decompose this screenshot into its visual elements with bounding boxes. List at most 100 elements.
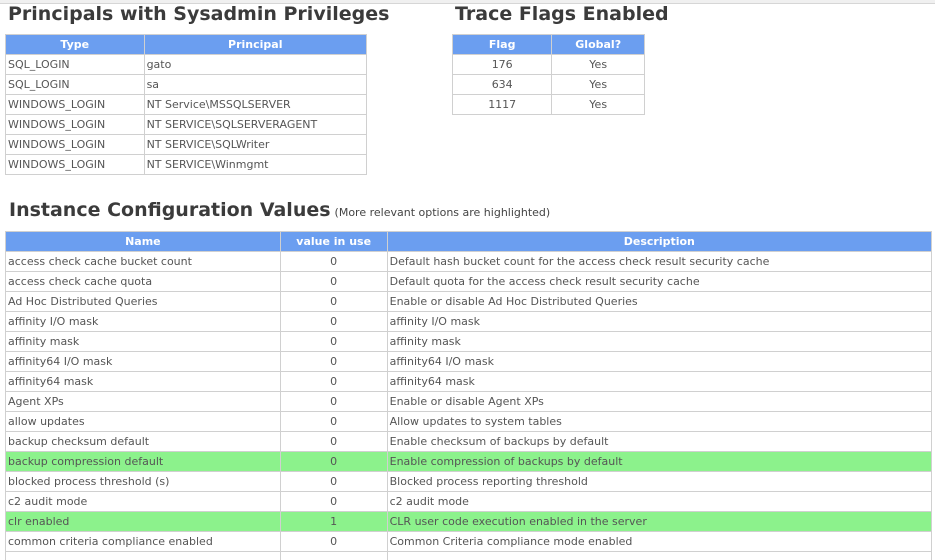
config-description-cell: Common Criteria compliance mode enabled: [386, 531, 933, 552]
principal-name-cell: gato: [143, 54, 368, 75]
config-value-cell: 0: [279, 291, 388, 312]
principals-col-principal: Principal: [143, 34, 368, 55]
config-description-cell: Enable checksum of backups by default: [386, 431, 933, 452]
config-description-cell: Allow updates to system tables: [386, 411, 933, 432]
table-row: affinity I/O mask 0 affinity I/O mask: [5, 311, 933, 332]
report-page: Principals with Sysadmin Privileges Type…: [0, 0, 935, 560]
table-row: SQL_LOGIN gato: [5, 54, 368, 75]
table-row: allow updates 0 Allow updates to system ta…: [5, 411, 933, 432]
principal-name-cell: NT SERVICE\SQLSERVERAGENT: [143, 114, 368, 135]
table-row: WINDOWS_LOGIN NT Service\MSSQLSERVER: [5, 94, 368, 115]
config-value-cell: 0: [279, 471, 388, 492]
config-name-cell: affinity I/O mask: [5, 311, 281, 332]
table-row: c2 audit mode 0 c2 audit mode: [5, 491, 933, 512]
config-value-cell: 0: [279, 351, 388, 372]
trace-flags-table: Flag Global? 176 Yes 634 Yes 1117 Yes: [451, 34, 645, 115]
config-name-cell: common criteria compliance enabled: [5, 531, 281, 552]
principal-type-cell: WINDOWS_LOGIN: [5, 154, 145, 175]
config-description-cell: affinity64 I/O mask: [386, 351, 933, 372]
config-description-cell: c2 audit mode: [386, 491, 933, 512]
trace-flag-cell: 634: [451, 74, 553, 95]
config-name-cell: [5, 551, 281, 560]
table-row: affinity mask 0 affinity mask: [5, 331, 933, 352]
table-row: 176 Yes: [451, 54, 645, 75]
trace-col-flag: Flag: [451, 34, 553, 55]
principals-title: Principals with Sysadmin Privileges: [8, 3, 390, 25]
principals-col-type: Type: [5, 34, 145, 55]
config-value-cell: 0: [279, 491, 388, 512]
principal-type-cell: WINDOWS_LOGIN: [5, 114, 145, 135]
table-row: common criteria compliance enabled 0 Commo…: [5, 531, 933, 552]
table-row: access check cache bucket count 0 Default …: [5, 251, 933, 272]
config-value-cell: 0: [279, 411, 388, 432]
config-value-cell: 0: [279, 391, 388, 412]
config-value-cell: 0: [279, 331, 388, 352]
config-name-cell: backup compression default: [5, 451, 281, 472]
config-col-name: Name: [5, 231, 281, 252]
config-description-cell: [386, 551, 933, 560]
config-value-cell: 0: [279, 251, 388, 272]
principals-table: Type Principal SQL_LOGIN gato SQL_LOGIN sa W…: [5, 34, 368, 175]
config-name-cell: access check cache bucket count: [5, 251, 281, 272]
config-name-cell: clr enabled: [5, 511, 281, 532]
table-row: backup checksum default 0 Enable checksum …: [5, 431, 933, 452]
table-row: affinity64 mask 0 affinity64 mask: [5, 371, 933, 392]
config-description-cell: Default quota for the access check resul…: [386, 271, 933, 292]
config-value-cell: 0: [279, 371, 388, 392]
config-description-cell: Enable or disable Agent XPs: [386, 391, 933, 412]
highlighted-table-row: backup compression default 0 Enable compre…: [5, 451, 933, 472]
config-name-cell: Ad Hoc Distributed Queries: [5, 291, 281, 312]
table-row: SQL_LOGIN sa: [5, 74, 368, 95]
config-value-cell: 0: [279, 311, 388, 332]
config-name-cell: blocked process threshold (s): [5, 471, 281, 492]
config-name-cell: access check cache quota: [5, 271, 281, 292]
trace-global-cell: Yes: [551, 54, 645, 75]
principal-type-cell: SQL_LOGIN: [5, 74, 145, 95]
config-name-cell: affinity mask: [5, 331, 281, 352]
config-description-cell: Enable compression of backups by default: [386, 451, 933, 472]
config-description-cell: affinity I/O mask: [386, 311, 933, 332]
config-description-cell: CLR user code execution enabled in the s…: [386, 511, 933, 532]
trace-flag-cell: 1117: [451, 94, 553, 115]
config-value-cell: 0: [279, 431, 388, 452]
config-table: Name value in use Description access che…: [5, 231, 933, 560]
principals-header-row: Type Principal: [5, 34, 368, 55]
config-name-cell: backup checksum default: [5, 431, 281, 452]
table-row: Agent XPs 0 Enable or disable Agent XPs: [5, 391, 933, 412]
config-name-cell: allow updates: [5, 411, 281, 432]
trace-global-cell: Yes: [551, 94, 645, 115]
table-row: 1117 Yes: [451, 94, 645, 115]
principal-type-cell: WINDOWS_LOGIN: [5, 94, 145, 115]
table-row: 634 Yes: [451, 74, 645, 95]
config-col-value: value in use: [279, 231, 388, 252]
config-name-cell: affinity64 I/O mask: [5, 351, 281, 372]
trace-col-global: Global?: [551, 34, 645, 55]
config-description-cell: Default hash bucket count for the access…: [386, 251, 933, 272]
trace-global-cell: Yes: [551, 74, 645, 95]
table-row: WINDOWS_LOGIN NT SERVICE\SQLWriter: [5, 134, 368, 155]
trace-flags-title: Trace Flags Enabled: [455, 3, 669, 25]
principal-name-cell: NT Service\MSSQLSERVER: [143, 94, 368, 115]
config-value-cell: 0: [279, 531, 388, 552]
config-description-cell: affinity64 mask: [386, 371, 933, 392]
config-title-text: Instance Configuration Values: [9, 199, 331, 221]
principal-name-cell: NT SERVICE\Winmgmt: [143, 154, 368, 175]
table-row: WINDOWS_LOGIN NT SERVICE\Winmgmt: [5, 154, 368, 175]
config-col-description: Description: [386, 231, 933, 252]
table-row: Ad Hoc Distributed Queries 0 Enable or dis…: [5, 291, 933, 312]
config-value-cell: 0: [279, 271, 388, 292]
config-name-cell: c2 audit mode: [5, 491, 281, 512]
config-header-row: Name value in use Description: [5, 231, 933, 252]
table-row: access check cache quota 0 Default quota f…: [5, 271, 933, 292]
table-row: blocked process threshold (s) 0 Blocked pr…: [5, 471, 933, 492]
config-description-cell: Enable or disable Ad Hoc Distributed Que…: [386, 291, 933, 312]
trace-flag-cell: 176: [451, 54, 553, 75]
trace-flags-header-row: Flag Global?: [451, 34, 645, 55]
config-value-cell: [279, 551, 388, 560]
principal-name-cell: sa: [143, 74, 368, 95]
config-title: Instance Configuration Values (More relev…: [9, 198, 550, 225]
config-note: (More relevant options are highlighted): [334, 206, 551, 219]
highlighted-table-row: clr enabled 1 CLR user code execution enab…: [5, 511, 933, 532]
principal-type-cell: WINDOWS_LOGIN: [5, 134, 145, 155]
table-row: affinity64 I/O mask 0 affinity64 I/O mask: [5, 351, 933, 372]
